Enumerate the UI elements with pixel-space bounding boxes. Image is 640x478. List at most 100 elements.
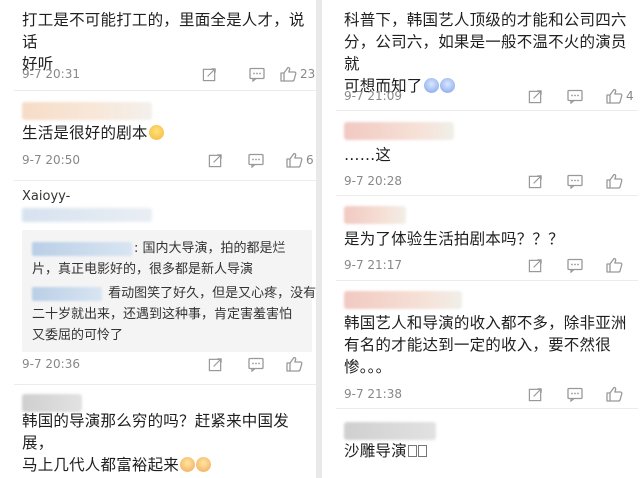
reply-box: : 国内大导演，拍的都是烂 片，真正电影好的，很多都是新人导演 看动图笑了好久，… — [22, 230, 316, 352]
comment-time: 9-7 20:36 — [22, 357, 80, 371]
share-icon[interactable] — [528, 86, 543, 106]
comment-icon[interactable] — [248, 354, 264, 374]
share-icon[interactable] — [528, 384, 543, 404]
thumbs-up-icon — [286, 356, 303, 372]
comment-item: 沙雕导演 — [322, 410, 638, 478]
comment-icon[interactable] — [567, 384, 583, 404]
comment-meta: 9-7 20:36 — [22, 354, 316, 374]
like-count: 4 — [626, 89, 634, 103]
thumbs-up-icon — [280, 66, 297, 82]
comment-item: 是为了体验生活拍剧本吗？？？ 9-7 21:17 — [322, 197, 638, 279]
like-button[interactable] — [286, 354, 303, 374]
laugh-emoji-icon — [180, 457, 196, 472]
comment-time: 9-7 20:50 — [22, 153, 80, 167]
divider — [14, 180, 316, 181]
comment-text: 韩国的导演那么穷的吗？赶紧来中国发展， 马上几代人都富裕起来 — [22, 410, 316, 476]
share-icon[interactable] — [528, 255, 543, 275]
divider — [336, 110, 638, 111]
like-button[interactable]: 23 — [280, 64, 315, 84]
username-blurred[interactable] — [22, 102, 152, 120]
comment-text: 韩国艺人和导演的收入都不多，除非亚洲 有名的才能达到一定的收入，要不然很 惨。。… — [344, 312, 627, 378]
comment-column-right: 科普下，韩国艺人顶级的才能和公司四六 分，公司六，如果是一般不温不火的演员就 可… — [322, 0, 638, 478]
comment-time: 9-7 20:28 — [344, 174, 402, 188]
comment-text-fragment: 沙雕导演 — [344, 442, 407, 460]
comment-meta: 9-7 20:50 6 — [22, 150, 316, 170]
comment-text-line: 韩国的导演那么穷的吗？赶紧来中国发展， — [22, 412, 289, 452]
unknown-glyph-icon — [417, 445, 427, 457]
comment-text: 是为了体验生活拍剧本吗？？？ — [344, 230, 564, 248]
reply-text: : 国内大导演，拍的都是烂 — [134, 241, 286, 256]
comment-text-line: 惨。。。 — [344, 358, 392, 376]
share-icon[interactable] — [208, 150, 223, 170]
comment-time: 9-7 21:38 — [344, 387, 402, 401]
username-blurred[interactable] — [344, 291, 462, 309]
thumbs-up-icon — [606, 173, 623, 189]
comment-icon[interactable] — [249, 64, 265, 84]
divider — [14, 384, 316, 385]
username-blurred[interactable] — [344, 122, 454, 140]
comment-text-line: 马上几代人都富裕起来 — [22, 454, 316, 476]
like-button[interactable] — [606, 171, 623, 191]
thumbs-up-icon — [606, 386, 623, 402]
like-button[interactable] — [606, 384, 623, 404]
blurred-username[interactable] — [32, 286, 102, 301]
comment-text-fragment: 马上几代人都富裕起来 — [22, 456, 180, 474]
comment-column-left: 打工是不可能打工的，里面全是人才，说话 好听 9-7 20:31 23 生活是很… — [0, 0, 316, 478]
divider — [14, 90, 316, 91]
like-count: 6 — [306, 153, 314, 167]
comment-meta: 9-7 20:31 23 — [22, 64, 316, 84]
comment-time: 9-7 21:17 — [344, 258, 402, 272]
comment-icon[interactable] — [567, 255, 583, 275]
comment-item: ……这 9-7 20:28 — [322, 112, 638, 194]
divider — [336, 408, 638, 409]
username-blurred[interactable] — [344, 422, 436, 440]
blurred-username[interactable] — [32, 241, 132, 256]
comment-meta: 9-7 21:17 — [344, 255, 638, 275]
thumbs-up-icon — [286, 152, 303, 168]
comment-item: Xaioyy- : 国内大导演，拍的都是烂 片，真正电影好的，很多都是新人导演 … — [0, 182, 316, 385]
comment-meta: 9-7 20:28 — [344, 171, 638, 191]
share-icon[interactable] — [202, 64, 217, 84]
reply-line: : 国内大导演，拍的都是烂 — [32, 238, 286, 259]
laugh-emoji-icon — [196, 457, 212, 472]
reply-line: 二十岁就出来，还遇到这种事，肯定害羞害怕 — [32, 307, 293, 322]
comment-text: 沙雕导演 — [344, 440, 427, 462]
comment-icon[interactable] — [567, 171, 583, 191]
like-button[interactable] — [606, 255, 623, 275]
comment-text: 科普下，韩国艺人顶级的才能和公司四六 分，公司六，如果是一般不温不火的演员就 可… — [344, 9, 638, 97]
reply-line: 看动图笑了好久，但是又心疼，没有 — [32, 283, 316, 304]
like-count: 23 — [300, 67, 316, 81]
comment-text-line: 分，公司六，如果是一般不温不火的演员就 — [344, 33, 627, 73]
divider — [336, 195, 638, 196]
comment-item: 韩国的导演那么穷的吗？赶紧来中国发展， 马上几代人都富裕起来 — [0, 386, 316, 478]
username[interactable]: Xaioyy- — [22, 189, 70, 204]
comment-text-line: 有名的才能达到一定的收入，要不然很 — [344, 336, 611, 354]
thumbs-up-icon — [606, 257, 623, 273]
comment-item: 韩国艺人和导演的收入都不多，除非亚洲 有名的才能达到一定的收入，要不然很 惨。。… — [322, 282, 638, 408]
thumbs-up-icon — [606, 88, 623, 104]
reply-line: 片，真正电影好的，很多都是新人导演 — [32, 262, 254, 277]
comment-text-line: 打工是不可能打工的，里面全是人才，说话 — [22, 11, 305, 51]
unknown-glyph-icon — [407, 445, 417, 457]
reply-text: 看动图笑了好久，但是又心疼，没有 — [104, 286, 316, 301]
grin-emoji-icon — [148, 125, 164, 140]
comment-meta: 9-7 21:09 4 — [344, 86, 638, 106]
comment-time: 9-7 20:31 — [22, 67, 80, 81]
reply-line: 又委屈的可怜了 — [32, 328, 124, 343]
comment-meta: 9-7 21:38 — [344, 384, 638, 404]
like-button[interactable]: 6 — [286, 150, 314, 170]
comment-icon[interactable] — [248, 150, 264, 170]
comment-icon[interactable] — [567, 86, 583, 106]
comment-text-line: 科普下，韩国艺人顶级的才能和公司四六 — [344, 11, 627, 29]
comment-text-line: 生活是很好的剧本 — [22, 124, 148, 142]
share-icon[interactable] — [528, 171, 543, 191]
comment-text: ……这 — [344, 146, 392, 164]
share-icon[interactable] — [208, 354, 223, 374]
comment-text: 生活是很好的剧本 — [22, 122, 164, 144]
like-button[interactable]: 4 — [606, 86, 634, 106]
username-blurred[interactable] — [344, 206, 406, 224]
comment-text-line: 韩国艺人和导演的收入都不多，除非亚洲 — [344, 314, 627, 332]
divider — [336, 280, 638, 281]
comment-item: 生活是很好的剧本 9-7 20:50 6 — [0, 92, 316, 182]
comment-item: 科普下，韩国艺人顶级的才能和公司四六 分，公司六，如果是一般不温不火的演员就 可… — [322, 0, 638, 110]
